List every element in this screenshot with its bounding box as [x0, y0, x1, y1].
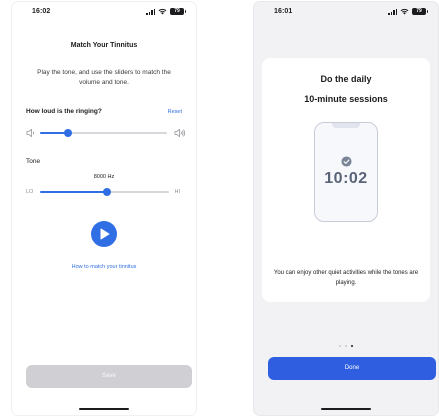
- phone-notch: [332, 123, 360, 128]
- status-bar: 16:01 79: [254, 2, 438, 22]
- volume-high-icon: [174, 128, 185, 138]
- card-title-line1: Do the daily: [320, 74, 372, 84]
- page-title: Match Your Tinnitus: [70, 42, 138, 49]
- how-to-match-link[interactable]: How to match your tinnitus: [12, 264, 196, 270]
- daily-sessions-screen: 16:01 79 Do the daily 10-minute sessions…: [254, 2, 438, 415]
- home-indicator[interactable]: [79, 407, 129, 410]
- tone-slider-thumb[interactable]: [103, 188, 112, 196]
- tone-slider[interactable]: [40, 188, 169, 196]
- card-title-line2: 10-minute sessions: [304, 94, 388, 104]
- tone-max-label: HI: [174, 189, 181, 195]
- illustration-time: 10:02: [324, 170, 368, 187]
- play-button[interactable]: [91, 221, 117, 247]
- status-time: 16:02: [32, 8, 51, 15]
- tone-slider-fill: [40, 191, 108, 193]
- signal-icon: [388, 8, 397, 15]
- page-dot[interactable]: [351, 345, 353, 347]
- status-bar: 16:02 79: [12, 2, 196, 22]
- save-button[interactable]: Save: [26, 365, 192, 388]
- volume-slider[interactable]: [40, 129, 167, 137]
- done-button[interactable]: Done: [268, 357, 436, 380]
- play-icon: [100, 228, 110, 240]
- volume-low-icon: [26, 128, 34, 138]
- page-dot[interactable]: [345, 345, 347, 347]
- status-time: 16:01: [274, 8, 293, 15]
- battery-icon: 79: [412, 8, 428, 15]
- wifi-icon: [158, 8, 167, 15]
- card-description: You can enjoy other quiet activities whi…: [273, 270, 419, 286]
- status-icons: 79: [388, 8, 428, 15]
- signal-icon: [146, 8, 155, 15]
- tone-slider-row: LO HI: [12, 186, 196, 198]
- match-tinnitus-screen: 16:02 79 Match Your Tinnitus Play the to…: [12, 2, 196, 415]
- check-circle-icon: [341, 156, 352, 167]
- status-icons: 79: [146, 8, 186, 15]
- volume-slider-thumb[interactable]: [63, 129, 72, 137]
- loudness-question: How loud is the ringing?: [26, 108, 102, 115]
- phone-illustration: 10:02: [314, 122, 378, 222]
- page-indicator[interactable]: [254, 345, 438, 347]
- home-indicator[interactable]: [321, 407, 371, 410]
- reset-button[interactable]: Reset: [168, 109, 182, 115]
- page-dot[interactable]: [339, 345, 341, 347]
- instruction-text: Play the tone, and use the sliders to ma…: [37, 69, 171, 86]
- tone-label: Tone: [26, 158, 41, 165]
- wifi-icon: [400, 8, 409, 15]
- volume-slider-row: [12, 126, 196, 140]
- tone-min-label: LO: [26, 189, 34, 195]
- battery-icon: 79: [170, 8, 186, 15]
- tone-frequency-value: 8000 Hz: [93, 174, 115, 180]
